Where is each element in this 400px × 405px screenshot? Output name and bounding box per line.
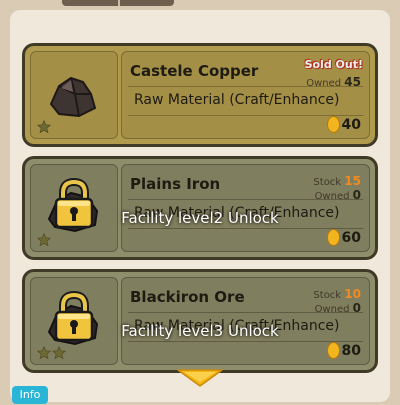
ore-rock-icon [49, 76, 97, 118]
price-value: 40 [341, 116, 361, 133]
item-name: Castele Copper [130, 62, 259, 80]
shop-item-castele-copper[interactable]: Castele Copper Raw Material (Craft/Enhan… [22, 43, 378, 147]
item-info: Plains Iron Raw Material (Craft/Enhance)… [121, 164, 370, 252]
item-card-body: Plains Iron Raw Material (Craft/Enhance)… [25, 159, 375, 257]
owned-label: Owned [306, 78, 342, 89]
owned-label: Owned [314, 191, 350, 202]
owned-count: Owned 0 [315, 301, 361, 315]
price-value: 80 [341, 342, 361, 359]
star-icon [52, 346, 66, 360]
item-thumbnail [30, 164, 118, 252]
item-thumbnail [30, 277, 118, 365]
item-info: Castele Copper Raw Material (Craft/Enhan… [121, 51, 370, 139]
tab-divider [118, 0, 120, 6]
item-price: 60 [326, 229, 361, 246]
owned-value: 45 [344, 75, 361, 89]
stock-count: Stock 15 [313, 174, 361, 188]
coin-icon [326, 116, 340, 133]
star-icon [37, 120, 51, 134]
rarity-stars [37, 233, 51, 247]
item-price: 80 [326, 342, 361, 359]
stock-value: 15 [344, 174, 361, 188]
item-card-body: Blackiron Ore Raw Material (Craft/Enhanc… [25, 272, 375, 370]
lock-message: Facility level2 Unlock [121, 209, 279, 227]
owned-label: Owned [314, 304, 350, 315]
star-icon [37, 233, 51, 247]
stock-label: Stock [313, 177, 342, 188]
rarity-stars [37, 346, 66, 360]
item-thumbnail [30, 51, 118, 139]
shop-item-blackiron-ore[interactable]: Blackiron Ore Raw Material (Craft/Enhanc… [22, 269, 378, 373]
item-category: Raw Material (Craft/Enhance) [134, 92, 340, 108]
coin-icon [326, 342, 340, 359]
rarity-stars [37, 120, 51, 134]
owned-count: Owned 0 [315, 188, 361, 202]
owned-value: 0 [352, 301, 361, 315]
sold-out-label: Sold Out! [304, 58, 363, 71]
chevron-down-icon[interactable] [176, 368, 224, 388]
owned-count: Owned 45 [306, 75, 361, 89]
item-price: 40 [326, 116, 361, 133]
top-tab[interactable] [62, 0, 174, 6]
lock-message: Facility level3 Unlock [121, 322, 279, 340]
coin-icon [326, 229, 340, 246]
stock-value: 10 [344, 287, 361, 301]
item-name: Blackiron Ore [130, 288, 245, 306]
star-icon [37, 346, 51, 360]
stock-label: Stock [313, 290, 342, 301]
price-value: 60 [341, 229, 361, 246]
item-name: Plains Iron [130, 175, 221, 193]
item-card-body: Castele Copper Raw Material (Craft/Enhan… [25, 46, 375, 144]
shop-item-plains-iron[interactable]: Plains Iron Raw Material (Craft/Enhance)… [22, 156, 378, 260]
stock-count: Stock 10 [313, 287, 361, 301]
owned-value: 0 [352, 188, 361, 202]
info-button[interactable]: Info [12, 386, 48, 404]
item-info: Blackiron Ore Raw Material (Craft/Enhanc… [121, 277, 370, 365]
